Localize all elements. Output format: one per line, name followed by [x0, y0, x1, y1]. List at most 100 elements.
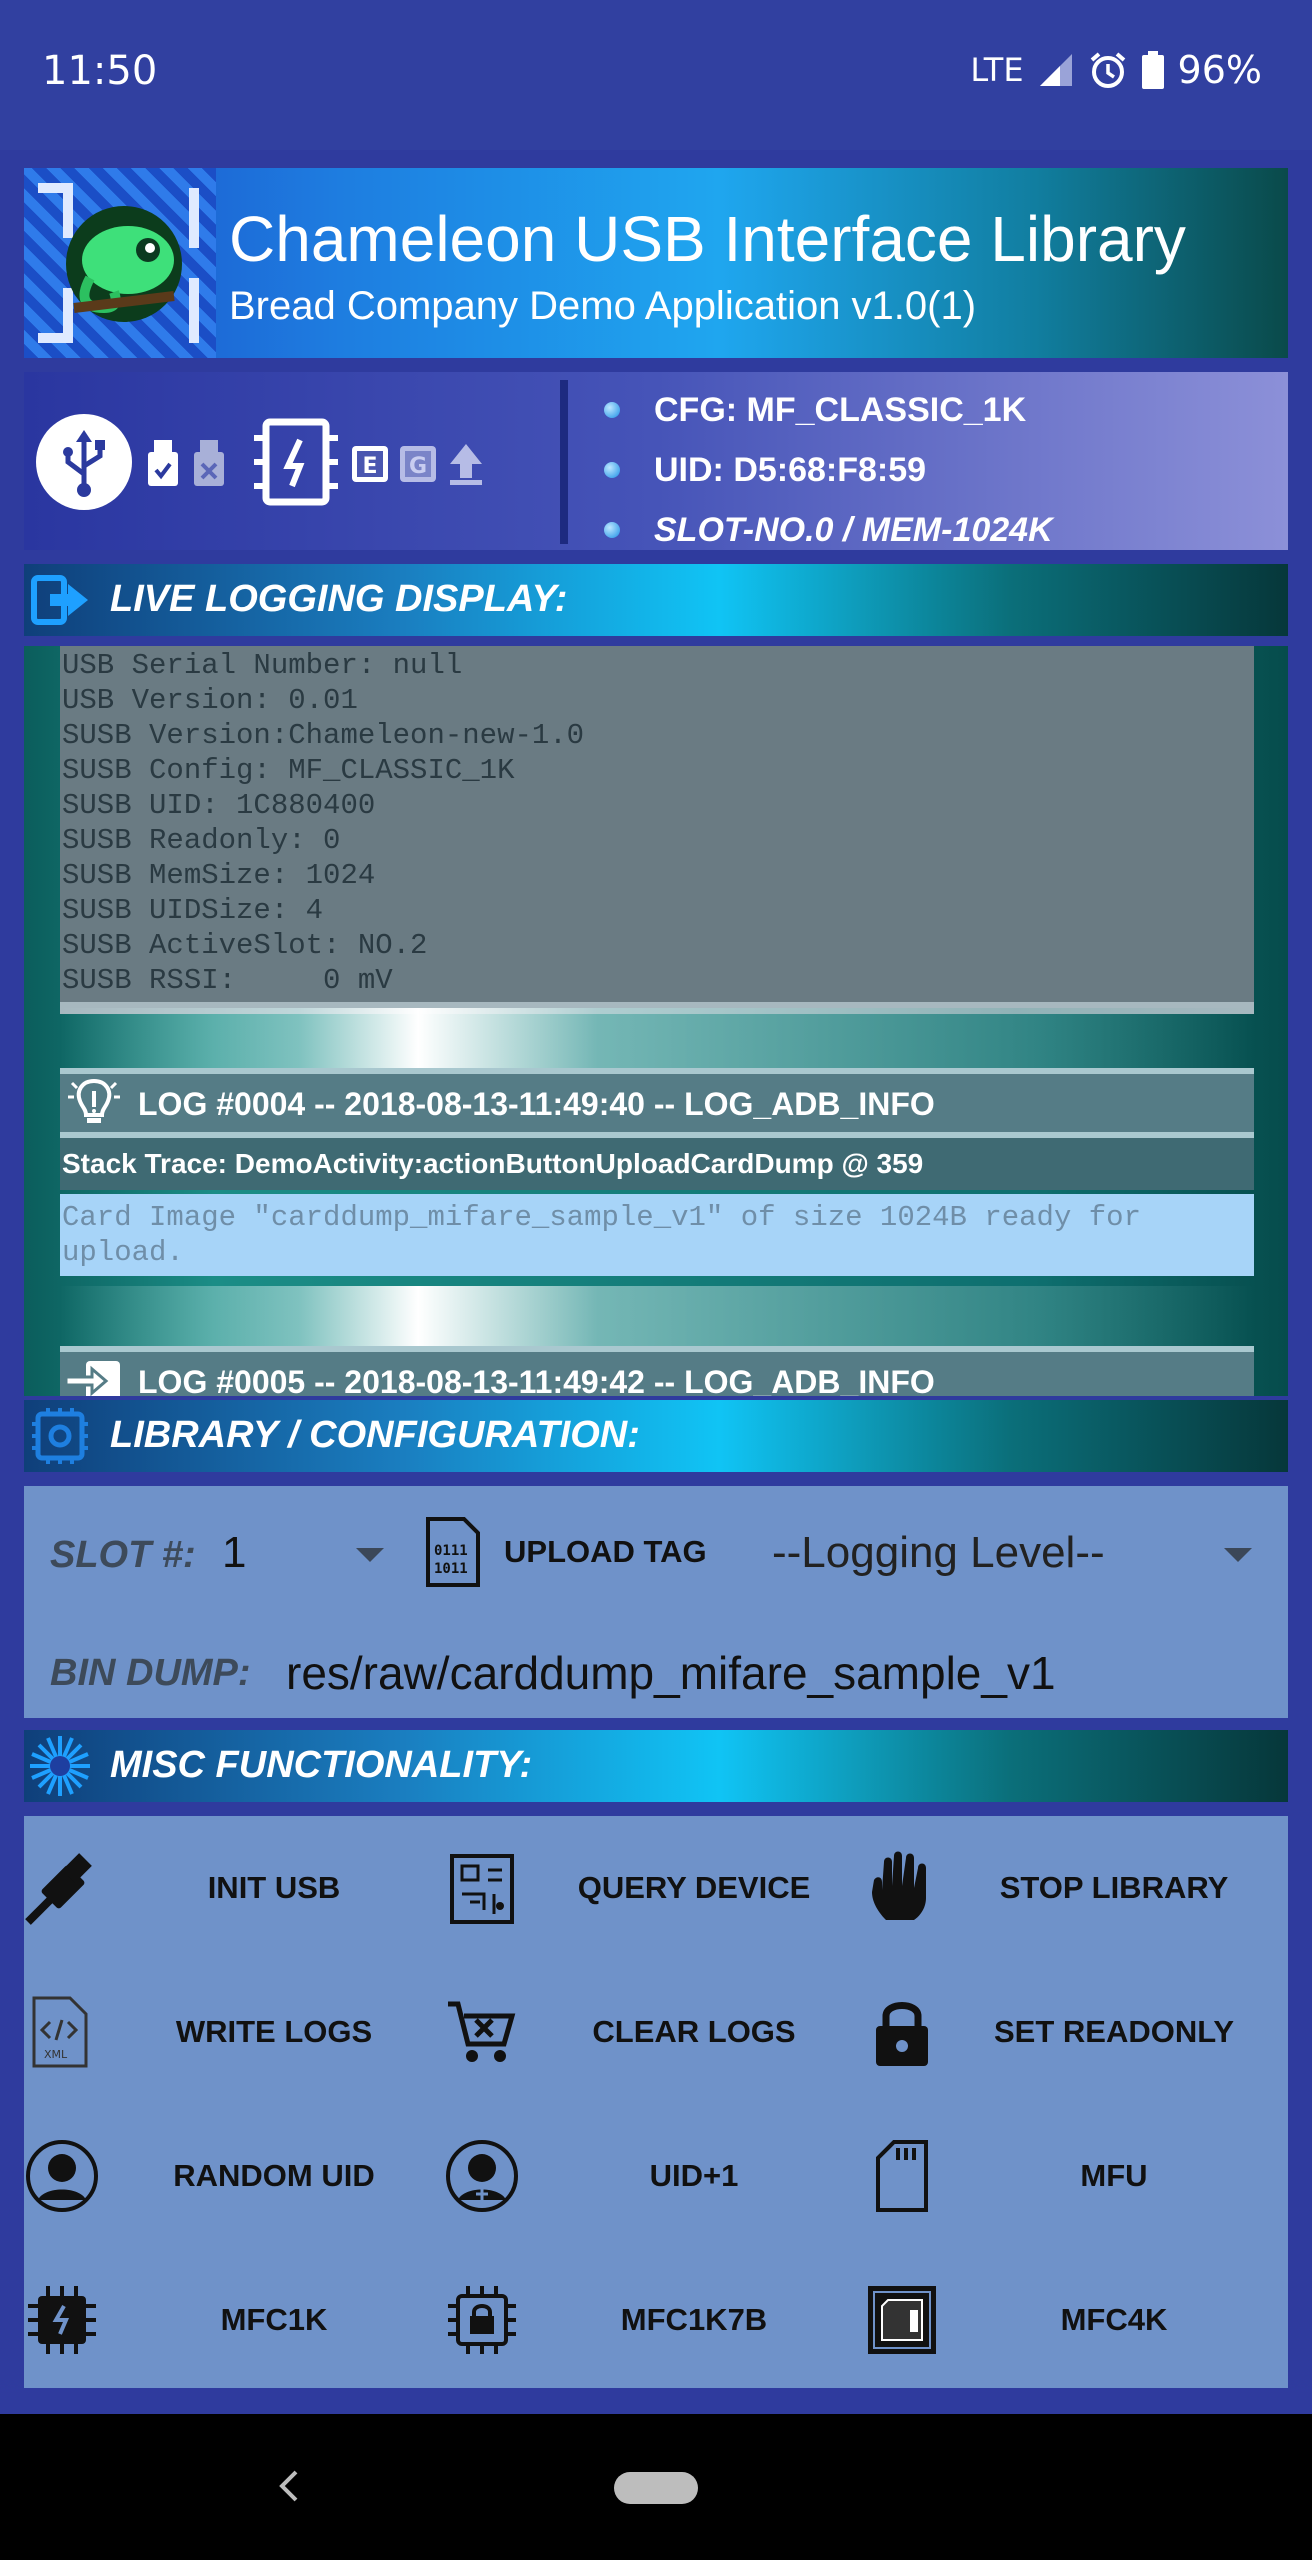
chameleon-logo: [24, 168, 216, 358]
logging-level-select[interactable]: --Logging Level--: [754, 1516, 1284, 1592]
svg-text:0111: 0111: [434, 1543, 468, 1559]
starburst-icon: [30, 1736, 90, 1796]
lightbulb-icon: [68, 1078, 120, 1123]
log-line: SUSB UIDSize: 4: [62, 894, 324, 927]
svg-text:XML: XML: [44, 2048, 68, 2061]
usb-plug-icon: [25, 1853, 92, 1925]
bullet-icon: [604, 462, 620, 478]
log-entry-title: LOG #0004 -- 2018-08-13-11:49:40 -- LOG_…: [138, 1086, 935, 1122]
battery-percent: 96%: [1177, 48, 1262, 92]
uid-plus-one-button[interactable]: UID+1: [444, 2104, 864, 2248]
stop-library-button[interactable]: STOP LIBRARY: [864, 1816, 1284, 1960]
g-badge-icon: G: [400, 446, 436, 482]
navigation-bar: [0, 2414, 1312, 2560]
device-status-panel: E G CFG: MF_CLASSIC_1K UID: D5:68:F8:59 …: [24, 372, 1288, 550]
e-badge-icon: E: [352, 446, 388, 482]
slot-select[interactable]: 1: [220, 1516, 400, 1592]
logging-level-value: --Logging Level--: [772, 1528, 1105, 1577]
button-label: UID+1: [649, 2158, 739, 2193]
user-plus-icon: [446, 2140, 518, 2212]
log-entry-title: LOG #0005 -- 2018-08-13-11:49:42 -- LOG_…: [138, 1364, 935, 1396]
arrow-right-icon: [31, 575, 88, 625]
upload-arrow-icon: [450, 444, 482, 485]
app-title: Chameleon USB Interface Library: [229, 203, 1186, 275]
misc-panel: INIT USB QUERY DEVICE STOP LIBRARY XML W…: [24, 1816, 1288, 2388]
info-config: CFG: MF_CLASSIC_1K: [604, 380, 1053, 440]
mfc4k-button[interactable]: MFC4K: [864, 2248, 1284, 2392]
library-config-header: LIBRARY / CONFIGURATION:: [24, 1400, 1288, 1472]
alarm-icon: [1090, 52, 1125, 88]
circuit-board-icon: [450, 1854, 514, 1924]
live-logging-header: LIVE LOGGING DISPLAY:: [24, 564, 1288, 636]
log-line: SUSB Version:Chameleon-new-1.0: [62, 719, 585, 752]
button-label: MFC4K: [1060, 2302, 1168, 2337]
app-header: Chameleon USB Interface Library Bread Co…: [24, 168, 1288, 358]
button-label: QUERY DEVICE: [577, 1870, 811, 1905]
log-line: SUSB UID: 1C880400: [62, 789, 376, 822]
button-label: STOP LIBRARY: [999, 1870, 1229, 1905]
status-bar: 11:50 LTE 96%: [0, 0, 1312, 150]
log-line: SUSB ActiveSlot: NO.2: [62, 929, 428, 962]
clear-logs-button[interactable]: CLEAR LOGS: [444, 1960, 864, 2104]
misc-functionality-header: MISC FUNCTIONALITY:: [24, 1730, 1288, 1802]
upload-tag-button[interactable]: 0111 1011 UPLOAD TAG: [424, 1512, 707, 1592]
usb-stick-off-icon: [194, 440, 224, 486]
sd-card-icon: [876, 2140, 928, 2212]
chameleon-device-icon: [254, 418, 338, 506]
chip-lock-icon: [448, 2286, 516, 2354]
write-logs-button[interactable]: XML WRITE LOGS: [24, 1960, 444, 2104]
usb-status-icon[interactable]: [36, 414, 132, 510]
home-pill[interactable]: [614, 2472, 698, 2504]
panel-divider: [560, 380, 568, 544]
device-info-list: CFG: MF_CLASSIC_1K UID: D5:68:F8:59 SLOT…: [604, 380, 1053, 560]
log-separator-glow: [60, 1286, 1254, 1346]
button-label: MFC1K: [220, 2302, 328, 2337]
log-entry-header: LOG #0004 -- 2018-08-13-11:49:40 -- LOG_…: [60, 1074, 1254, 1132]
random-uid-button[interactable]: RANDOM UID: [24, 2104, 444, 2248]
upload-tag-label: UPLOAD TAG: [504, 1534, 707, 1569]
back-icon[interactable]: [268, 2464, 312, 2508]
slot-label: SLOT #:: [50, 1534, 196, 1576]
chevron-down-icon: [356, 1548, 384, 1562]
memory-card-icon: [868, 2286, 936, 2354]
mfc1k-button[interactable]: MFC1K: [24, 2248, 444, 2392]
mfc1k7b-button[interactable]: MFC1K7B: [444, 2248, 864, 2392]
log-display[interactable]: USB Serial Number: null USB Version: 0.0…: [24, 646, 1288, 1396]
log-text: USB Serial Number: null USB Version: 0.0…: [60, 646, 1254, 1002]
button-label: MFC1K7B: [620, 2302, 768, 2337]
svg-text:1011: 1011: [434, 1561, 468, 1577]
info-slot: SLOT-NO.0 / MEM-1024K: [604, 500, 1053, 560]
button-label: RANDOM UID: [173, 2158, 375, 2193]
slot-value: 1: [222, 1528, 247, 1577]
svg-text:E: E: [362, 454, 377, 479]
usb-stick-check-icon: [148, 440, 178, 486]
button-label: SET READONLY: [993, 2014, 1234, 2049]
log-line: USB Serial Number: null: [62, 649, 463, 682]
bullet-icon: [604, 522, 620, 538]
settings-chip-icon: [32, 1408, 88, 1464]
battery-icon: [1141, 51, 1164, 89]
svg-text:G: G: [409, 454, 427, 479]
mfu-button[interactable]: MFU: [864, 2104, 1284, 2248]
lock-icon: [876, 2002, 928, 2066]
init-usb-button[interactable]: INIT USB: [24, 1816, 444, 1960]
log-separator-glow: [60, 1008, 1254, 1068]
query-device-button[interactable]: QUERY DEVICE: [444, 1816, 864, 1960]
log-entry-header: LOG #0005 -- 2018-08-13-11:49:42 -- LOG_…: [60, 1352, 1254, 1396]
log-entry-message: Card Image "carddump_mifare_sample_v1" o…: [60, 1194, 1254, 1276]
button-label: WRITE LOGS: [175, 2014, 373, 2049]
log-line: SUSB Config: MF_CLASSIC_1K: [62, 754, 515, 787]
binary-file-icon: 0111 1011: [426, 1517, 480, 1587]
set-readonly-button[interactable]: SET READONLY: [864, 1960, 1284, 2104]
user-icon: [26, 2140, 98, 2212]
log-entry-trace: Stack Trace: DemoActivity:actionButtonUp…: [60, 1138, 1254, 1190]
log-line: SUSB MemSize: 1024: [62, 859, 376, 892]
button-label: MFU: [1080, 2158, 1148, 2193]
config-panel: SLOT #: 1 0111 1011 UPLOAD TAG --Logging …: [24, 1486, 1288, 1718]
bin-dump-label: BIN DUMP:: [50, 1652, 251, 1694]
status-icons: LTE 96%: [970, 48, 1262, 92]
bullet-icon: [604, 402, 620, 418]
chevron-down-icon: [1224, 1548, 1252, 1562]
log-line: USB Version: 0.01: [62, 684, 358, 717]
bin-dump-field[interactable]: res/raw/carddump_mifare_sample_v1: [286, 1646, 1056, 1700]
